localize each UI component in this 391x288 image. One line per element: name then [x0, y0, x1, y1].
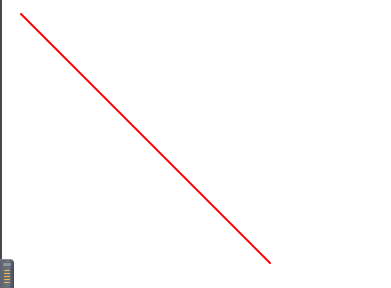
drawing-surface[interactable] — [0, 0, 391, 288]
grip-line — [4, 279, 10, 280]
grip-line — [4, 282, 10, 283]
grip-line — [4, 276, 10, 277]
red-diagonal-line[interactable] — [20, 13, 271, 264]
grip-handle-icon[interactable] — [0, 259, 14, 288]
grip-line — [4, 273, 10, 274]
grip-cap — [3, 263, 11, 266]
grip-line — [4, 270, 10, 271]
drawing-canvas[interactable] — [0, 0, 391, 288]
